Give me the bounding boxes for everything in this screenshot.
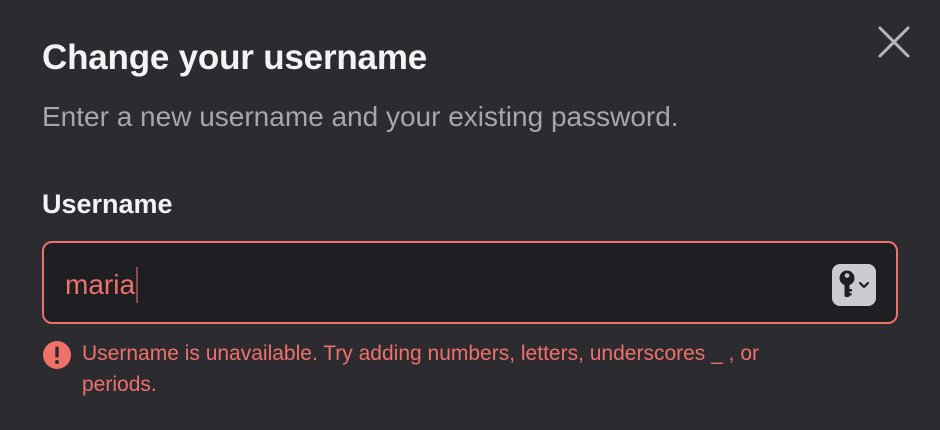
text-caret xyxy=(136,267,139,303)
username-input-value[interactable]: maria xyxy=(65,265,135,305)
close-icon xyxy=(878,26,910,58)
error-message: Username is unavailable. Try adding numb… xyxy=(82,342,759,396)
dialog-subtitle: Enter a new username and your existing p… xyxy=(42,101,679,132)
dialog-title: Change your username xyxy=(42,38,427,77)
exclamation-circle-icon xyxy=(43,341,71,369)
close-button[interactable] xyxy=(874,22,914,62)
chevron-down-icon xyxy=(858,281,870,289)
password-autofill-button[interactable] xyxy=(832,264,876,306)
username-label: Username xyxy=(42,189,173,219)
key-icon xyxy=(839,270,870,297)
change-username-dialog: Change your username Enter a new usernam… xyxy=(0,0,940,430)
username-input[interactable]: maria xyxy=(42,241,898,324)
username-input-value-wrap[interactable]: maria xyxy=(65,265,139,305)
